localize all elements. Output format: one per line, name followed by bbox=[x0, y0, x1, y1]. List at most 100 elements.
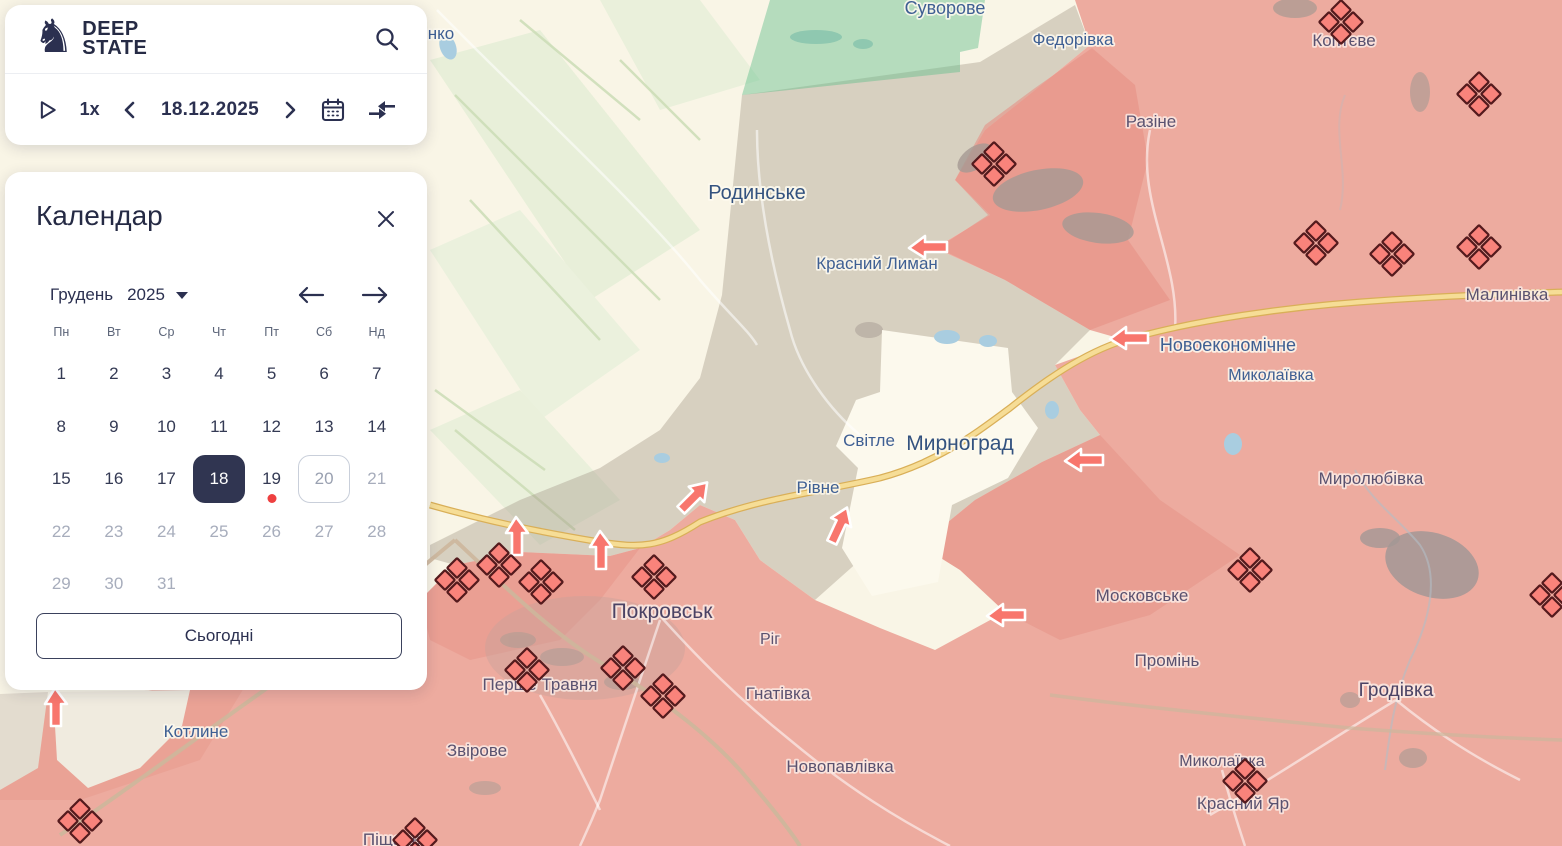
day-number: 23 bbox=[104, 522, 123, 542]
map-label: Новопавлівка bbox=[786, 757, 894, 776]
day-number: 3 bbox=[162, 364, 171, 384]
day-number: 4 bbox=[214, 364, 223, 384]
map-label: Новоекономічне bbox=[1160, 335, 1296, 355]
weekday-label: Нд bbox=[350, 325, 403, 339]
close-icon[interactable] bbox=[371, 204, 401, 234]
calendar-day-30: 30 bbox=[88, 560, 141, 608]
calendar-day-7[interactable]: 7 bbox=[350, 350, 403, 398]
map-label: Суворове bbox=[905, 0, 986, 18]
calendar-panel: Календар Грудень 2025 bbox=[5, 172, 427, 690]
weekday-label: Вт bbox=[88, 325, 141, 339]
brand-row: ♞ DEEP STATE bbox=[5, 5, 427, 74]
calendar-day-6[interactable]: 6 bbox=[298, 350, 351, 398]
calendar-day-17[interactable]: 17 bbox=[140, 455, 193, 503]
calendar-day-14[interactable]: 14 bbox=[350, 403, 403, 451]
current-date[interactable]: 18.12.2025 bbox=[161, 99, 259, 121]
day-number: 5 bbox=[267, 364, 276, 384]
year-select[interactable]: 2025 bbox=[127, 285, 165, 305]
calendar-day-15[interactable]: 15 bbox=[35, 455, 88, 503]
calendar-day-3[interactable]: 3 bbox=[140, 350, 193, 398]
day-number: 8 bbox=[57, 417, 66, 437]
calendar-day-13[interactable]: 13 bbox=[298, 403, 351, 451]
calendar-title: Календар bbox=[36, 200, 163, 232]
calendar-day-8[interactable]: 8 bbox=[35, 403, 88, 451]
map-label: Світле bbox=[843, 431, 895, 450]
calendar-day-20: 20 bbox=[298, 455, 351, 503]
map-label: Котлине bbox=[164, 722, 229, 741]
day-number: 24 bbox=[157, 522, 176, 542]
day-number: 25 bbox=[210, 522, 229, 542]
calendar-day-10[interactable]: 10 bbox=[140, 403, 193, 451]
calendar-icon[interactable] bbox=[320, 97, 346, 123]
day-number: 2 bbox=[109, 364, 118, 384]
speed-toggle[interactable]: 1x bbox=[80, 99, 100, 120]
map-label: Гнатівка bbox=[746, 684, 811, 703]
map-label: Малинівка bbox=[1466, 285, 1549, 304]
day-number: 20 bbox=[315, 469, 334, 489]
calendar-day-19[interactable]: 19 bbox=[245, 455, 298, 503]
day-number: 9 bbox=[109, 417, 118, 437]
day-number: 26 bbox=[262, 522, 281, 542]
new-data-dot bbox=[267, 494, 276, 503]
calendar-day-26: 26 bbox=[245, 508, 298, 556]
previous-month-arrow[interactable] bbox=[296, 285, 326, 305]
day-number: 21 bbox=[367, 469, 386, 489]
day-number: 18 bbox=[210, 469, 229, 489]
calendar-day-25: 25 bbox=[193, 508, 246, 556]
map-label: Красний Лиман bbox=[816, 254, 938, 273]
day-number: 1 bbox=[57, 364, 66, 384]
map-label: Московське bbox=[1096, 586, 1189, 605]
weekday-label: Ср bbox=[140, 325, 193, 339]
day-number: 13 bbox=[315, 417, 334, 437]
next-month-arrow[interactable] bbox=[360, 285, 390, 305]
day-number: 29 bbox=[52, 574, 71, 594]
day-number: 7 bbox=[372, 364, 381, 384]
day-number: 31 bbox=[157, 574, 176, 594]
deepstate-map-app: нкоСуворовеФедорівкаКоптєвеРазінеРодинсь… bbox=[0, 0, 1562, 846]
calendar-day-16[interactable]: 16 bbox=[88, 455, 141, 503]
map-label: Родинське bbox=[708, 182, 806, 204]
month-selector-row: Грудень 2025 bbox=[50, 277, 390, 313]
map-label: нко bbox=[428, 24, 454, 43]
play-button[interactable] bbox=[35, 98, 59, 122]
calendar-day-18[interactable]: 18 bbox=[193, 455, 246, 503]
map-label: Разіне bbox=[1126, 112, 1176, 131]
calendar-day-9[interactable]: 9 bbox=[88, 403, 141, 451]
calendar-day-2[interactable]: 2 bbox=[88, 350, 141, 398]
compare-arrows-icon[interactable] bbox=[367, 97, 397, 123]
map-label: Рівне bbox=[797, 478, 840, 497]
map-label: Миколаївка bbox=[1228, 367, 1314, 384]
map-label: Покровськ bbox=[612, 600, 714, 623]
month-select[interactable]: Грудень bbox=[50, 285, 113, 305]
calendar-day-12[interactable]: 12 bbox=[245, 403, 298, 451]
weekday-label: Пн bbox=[35, 325, 88, 339]
chevron-down-icon[interactable] bbox=[175, 290, 189, 300]
previous-day-chevron[interactable] bbox=[120, 100, 140, 120]
calendar-day-empty bbox=[193, 560, 246, 608]
day-number: 12 bbox=[262, 417, 281, 437]
calendar-day-5[interactable]: 5 bbox=[245, 350, 298, 398]
day-number: 11 bbox=[210, 417, 228, 437]
day-number: 6 bbox=[319, 364, 328, 384]
search-icon[interactable] bbox=[373, 25, 401, 53]
map-label: Мирноград bbox=[906, 432, 1013, 455]
brand-wordmark: DEEP STATE bbox=[82, 20, 147, 58]
weekday-header: ПнВтСрЧтПтСбНд bbox=[35, 325, 403, 339]
month-nav bbox=[296, 285, 390, 305]
day-number: 28 bbox=[367, 522, 386, 542]
brand-line-bottom: STATE bbox=[82, 39, 147, 58]
map-label: Федорівка bbox=[1033, 30, 1114, 49]
calendar-day-4[interactable]: 4 bbox=[193, 350, 246, 398]
day-number: 14 bbox=[367, 417, 386, 437]
calendar-day-empty bbox=[298, 560, 351, 608]
calendar-day-23: 23 bbox=[88, 508, 141, 556]
calendar-day-24: 24 bbox=[140, 508, 193, 556]
calendar-day-1[interactable]: 1 bbox=[35, 350, 88, 398]
next-day-chevron[interactable] bbox=[280, 100, 300, 120]
map-label: Промінь bbox=[1135, 651, 1200, 670]
calendar-day-empty bbox=[245, 560, 298, 608]
calendar-day-empty bbox=[350, 560, 403, 608]
today-button[interactable]: Сьогодні bbox=[36, 613, 402, 659]
calendar-day-11[interactable]: 11 bbox=[193, 403, 246, 451]
calendar-day-21: 21 bbox=[350, 455, 403, 503]
